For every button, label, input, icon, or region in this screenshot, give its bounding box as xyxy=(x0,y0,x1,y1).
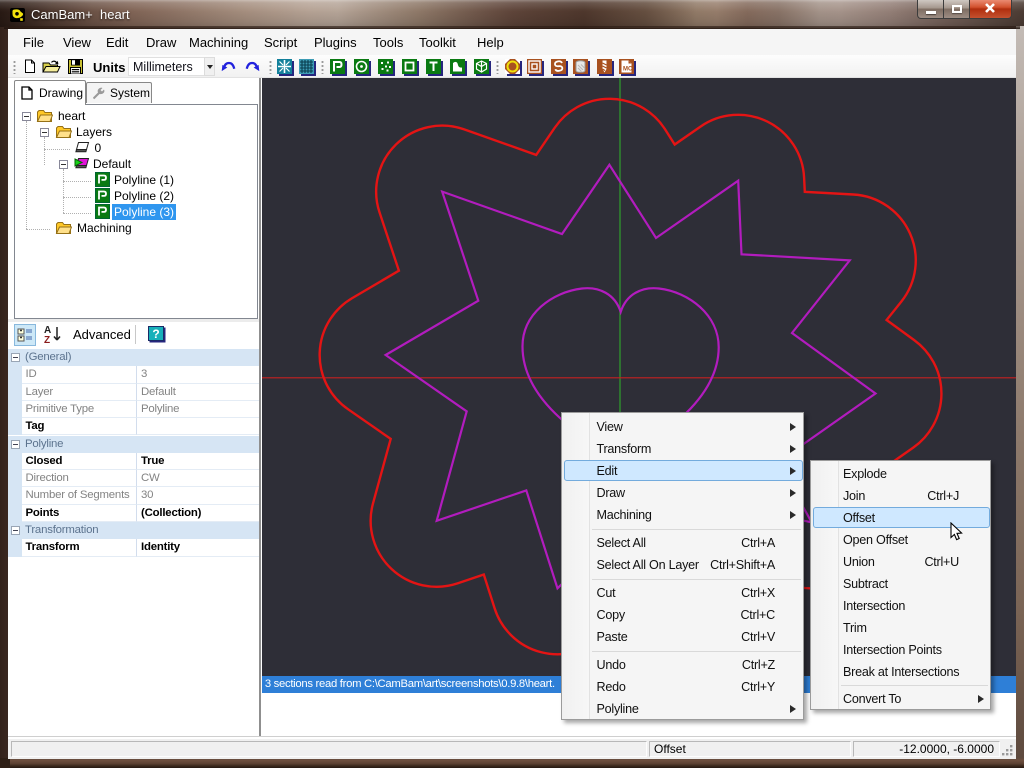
svg-text:MC: MC xyxy=(623,67,633,73)
svg-text:Z: Z xyxy=(44,335,50,345)
